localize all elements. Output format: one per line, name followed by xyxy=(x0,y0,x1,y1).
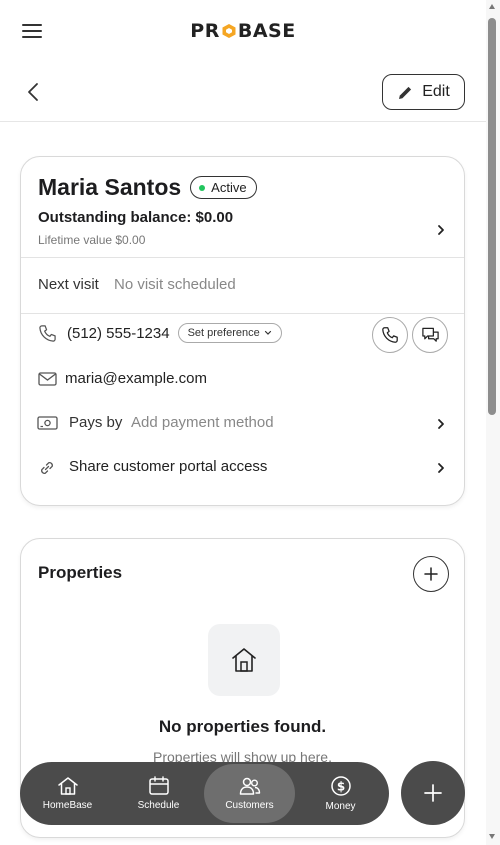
call-button[interactable] xyxy=(372,317,408,353)
phone-icon xyxy=(39,324,56,342)
sub-header: Edit xyxy=(0,62,486,122)
edit-button[interactable]: Edit xyxy=(382,74,465,110)
scroll-up-arrow-icon[interactable] xyxy=(489,4,495,9)
divider xyxy=(21,257,464,258)
nav-label-schedule: Schedule xyxy=(137,800,180,811)
svg-text:$: $ xyxy=(336,780,344,794)
customer-card: Maria Santos Active Outstanding balance:… xyxy=(20,156,465,506)
chat-bubbles-icon xyxy=(421,327,439,342)
email-address[interactable]: maria@example.com xyxy=(65,370,207,387)
nav-label-money: Money xyxy=(325,801,356,812)
empty-state-icon-box xyxy=(208,624,280,696)
chevron-right-icon[interactable] xyxy=(436,224,446,236)
users-icon xyxy=(239,777,260,795)
logo-hexagon-icon xyxy=(222,24,236,38)
scrollbar-thumb[interactable] xyxy=(488,18,496,415)
nav-label-homebase: HomeBase xyxy=(42,800,93,811)
hamburger-icon[interactable] xyxy=(22,24,42,40)
create-fab-button[interactable] xyxy=(401,761,465,825)
chevron-left-icon[interactable] xyxy=(24,82,42,102)
mail-icon xyxy=(38,372,57,386)
nav-label-customers: Customers xyxy=(225,800,274,811)
chevron-right-icon[interactable] xyxy=(436,418,446,430)
pays-by-label: Pays by xyxy=(69,414,123,431)
scroll-down-arrow-icon[interactable] xyxy=(489,834,495,839)
link-icon xyxy=(41,462,53,474)
dollar-icon: $ xyxy=(330,776,351,796)
nav-item-schedule[interactable]: Schedule xyxy=(113,764,204,823)
set-preference-button[interactable]: Set preference xyxy=(177,323,282,343)
empty-state-title: No properties found. xyxy=(158,717,327,736)
phone-icon xyxy=(382,327,398,343)
plus-icon xyxy=(424,784,442,802)
status-label: Active xyxy=(211,180,247,195)
nav-item-customers[interactable]: Customers xyxy=(204,764,295,823)
logo-text-left: PR xyxy=(190,20,220,42)
add-payment-method-link[interactable]: Add payment method xyxy=(131,414,274,431)
phone-row: (512) 555-1234 Set preference xyxy=(38,323,282,343)
add-property-button[interactable] xyxy=(413,556,449,592)
status-dot-icon xyxy=(199,184,206,191)
probase-logo[interactable]: PR BASE xyxy=(190,20,295,42)
pencil-icon xyxy=(399,86,412,99)
bottom-navigation: HomeBase Schedule Customers $ Money xyxy=(20,762,389,825)
edit-label: Edit xyxy=(422,83,450,100)
status-badge: Active xyxy=(190,176,257,199)
top-bar: PR BASE xyxy=(0,0,486,62)
set-preference-label: Set preference xyxy=(187,327,260,339)
outstanding-balance[interactable]: Outstanding balance: $0.00 xyxy=(38,209,233,226)
chevron-right-icon[interactable] xyxy=(436,462,446,474)
lifetime-value: Lifetime value $0.00 xyxy=(38,233,146,247)
share-portal-label[interactable]: Share customer portal access xyxy=(69,458,267,475)
customer-name-row: Maria Santos Active xyxy=(38,174,257,201)
chevron-down-icon xyxy=(264,330,271,335)
cash-icon xyxy=(37,416,58,430)
next-visit-value: No visit scheduled xyxy=(114,276,236,293)
phone-number[interactable]: (512) 555-1234 xyxy=(67,325,170,342)
nav-item-money[interactable]: $ Money xyxy=(295,764,386,823)
next-visit-label: Next visit xyxy=(38,276,99,293)
nav-item-homebase[interactable]: HomeBase xyxy=(22,764,113,823)
divider xyxy=(21,313,464,314)
calendar-icon xyxy=(148,776,169,795)
house-icon xyxy=(232,648,256,672)
logo-text-right: BASE xyxy=(237,20,296,42)
home-icon xyxy=(57,777,78,795)
plus-icon xyxy=(424,567,438,581)
customer-name: Maria Santos xyxy=(38,174,182,200)
message-button[interactable] xyxy=(412,317,448,353)
properties-title: Properties xyxy=(38,563,123,582)
